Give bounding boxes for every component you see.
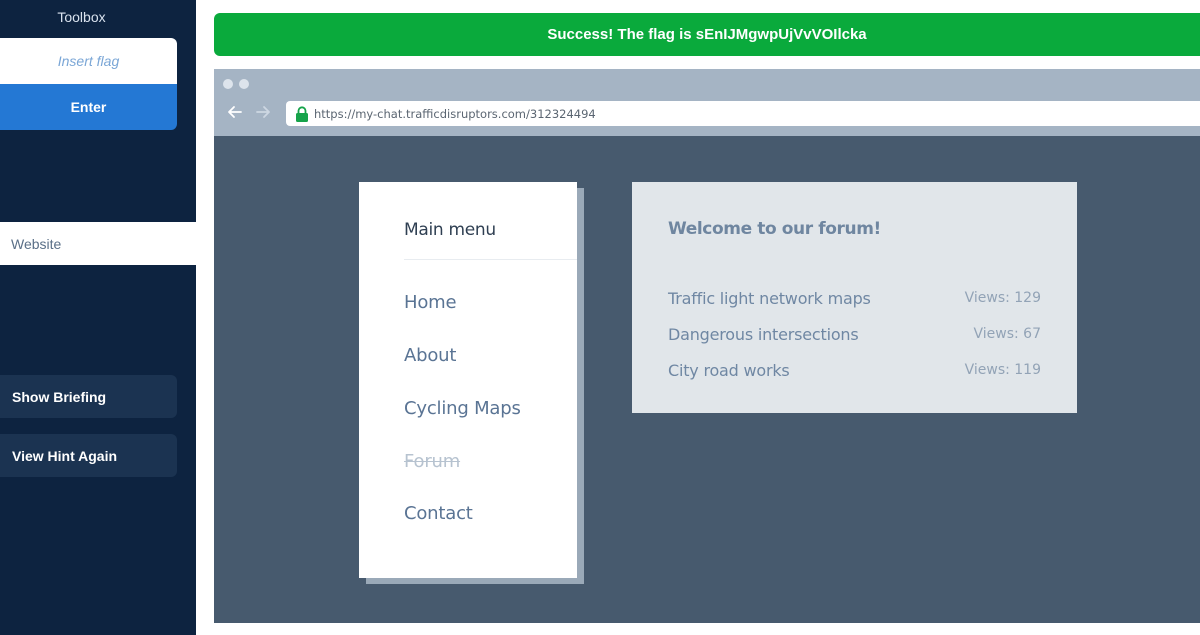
- forum-card: Welcome to our forum! Traffic light netw…: [632, 182, 1077, 413]
- menu-item-about[interactable]: About: [404, 345, 456, 366]
- menu-item-contact[interactable]: Contact: [404, 503, 473, 524]
- list-item: Dangerous intersections Views: 67: [668, 323, 1041, 345]
- menu-divider: [404, 259, 577, 260]
- address-bar[interactable]: https://my-chat.trafficdisruptors.com/31…: [286, 101, 1200, 126]
- menu-item-cycling-maps[interactable]: Cycling Maps: [404, 398, 521, 419]
- forum-title: Welcome to our forum!: [668, 219, 881, 239]
- view-hint-button[interactable]: View Hint Again: [0, 434, 177, 477]
- menu-title: Main menu: [404, 220, 496, 240]
- list-item: Traffic light network maps Views: 129: [668, 287, 1041, 309]
- show-briefing-button[interactable]: Show Briefing: [0, 375, 177, 418]
- menu-item-home[interactable]: Home: [404, 292, 457, 313]
- browser-chrome: https://my-chat.trafficdisruptors.com/31…: [214, 69, 1200, 136]
- success-banner: Success! The flag is sEnIJMgwpUjVvVOIlck…: [214, 13, 1200, 56]
- main-menu-card: Main menu Home About Cycling Maps Forum …: [359, 182, 577, 578]
- lock-icon: [295, 105, 309, 122]
- views-count: Views: 67: [973, 326, 1042, 342]
- website-tab[interactable]: Website: [0, 222, 196, 265]
- views-count: Views: 119: [964, 362, 1041, 378]
- browser-window: https://my-chat.trafficdisruptors.com/31…: [214, 69, 1200, 623]
- flag-input[interactable]: [0, 38, 177, 84]
- url-text: https://my-chat.trafficdisruptors.com/31…: [314, 106, 596, 121]
- arrow-right-icon[interactable]: [254, 103, 272, 121]
- window-dot-icon: [239, 79, 249, 89]
- toolbox-title: Toolbox: [57, 9, 106, 25]
- menu-item-forum[interactable]: Forum: [404, 451, 460, 472]
- forum-topic-link[interactable]: Dangerous intersections: [668, 325, 859, 344]
- toolbox-sidebar: Toolbox Enter Website Show Briefing View…: [0, 0, 196, 635]
- list-item: City road works Views: 119: [668, 359, 1041, 381]
- arrow-left-icon[interactable]: [226, 103, 244, 121]
- enter-button[interactable]: Enter: [0, 84, 177, 130]
- views-count: Views: 129: [964, 290, 1041, 306]
- forum-topic-link[interactable]: City road works: [668, 361, 790, 380]
- window-dot-icon: [223, 79, 233, 89]
- forum-topic-link[interactable]: Traffic light network maps: [668, 289, 871, 308]
